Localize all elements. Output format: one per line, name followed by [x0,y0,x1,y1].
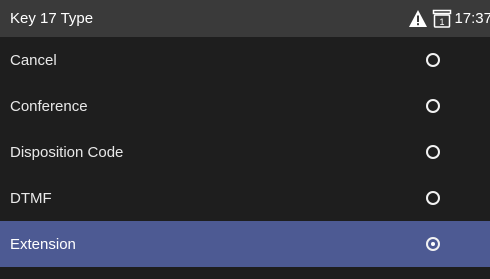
list-item-disposition-code[interactable]: Disposition Code [0,129,490,175]
list-item-dtmf[interactable]: DTMF [0,175,490,221]
page-title: Key 17 Type [10,10,94,27]
item-label: Conference [10,98,88,115]
radio-button[interactable] [426,237,440,251]
line-1-icon: 1 [432,9,452,29]
list-item-cancel[interactable]: Cancel [0,37,490,83]
item-label: Extension [10,236,76,253]
status-bar: Key 17 Type 1 17:37 [0,0,490,37]
list-item-extension[interactable]: Extension [0,221,490,267]
radio-button[interactable] [426,191,440,205]
radio-button[interactable] [426,99,440,113]
status-indicators: 1 17:37 [408,0,490,37]
svg-text:1: 1 [440,17,445,27]
clock: 17:37 [454,10,490,27]
item-label: Disposition Code [10,144,124,161]
radio-dot [431,242,435,246]
item-label: DTMF [10,190,52,207]
radio-button[interactable] [426,145,440,159]
screen: Key 17 Type 1 17:37 Cancel Conference Di… [0,0,490,279]
list-item-conference[interactable]: Conference [0,83,490,129]
item-label: Cancel [10,52,57,69]
radio-button[interactable] [426,53,440,67]
warning-triangle-icon[interactable] [408,9,428,29]
key-type-list: Cancel Conference Disposition Code DTMF … [0,37,490,267]
